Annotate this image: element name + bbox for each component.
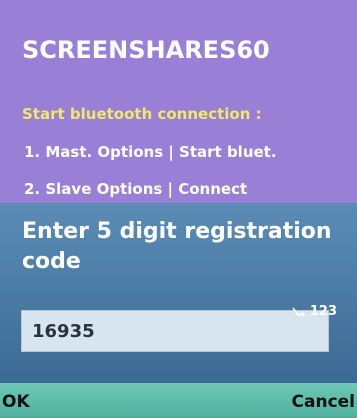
instruction-line-master: 1. Mast. Options | Start bluet. bbox=[24, 143, 277, 161]
registration-dialog: Enter 5 digit registration code 16935 12… bbox=[0, 203, 357, 383]
pen-input-icon bbox=[292, 307, 306, 317]
registration-code-value: 16935 bbox=[32, 321, 95, 342]
instruction-line-slave: 2. Slave Options | Connect bbox=[24, 180, 248, 198]
app-title: SCREENSHARES60 bbox=[22, 36, 270, 64]
softkey-bar: OK Cancel bbox=[0, 383, 357, 418]
ok-softkey[interactable]: OK bbox=[2, 392, 30, 412]
phone-screen: SCREENSHARES60 Start bluetooth connectio… bbox=[0, 0, 357, 418]
input-mode-label: 123 bbox=[309, 304, 337, 319]
app-background: SCREENSHARES60 Start bluetooth connectio… bbox=[0, 0, 357, 210]
instructions-heading: Start bluetooth connection : bbox=[22, 105, 262, 123]
registration-code-input[interactable]: 16935 bbox=[21, 310, 329, 352]
input-mode-indicator: 123 bbox=[292, 304, 337, 319]
dialog-prompt: Enter 5 digit registration code bbox=[22, 219, 332, 274]
cancel-softkey[interactable]: Cancel bbox=[292, 392, 355, 412]
